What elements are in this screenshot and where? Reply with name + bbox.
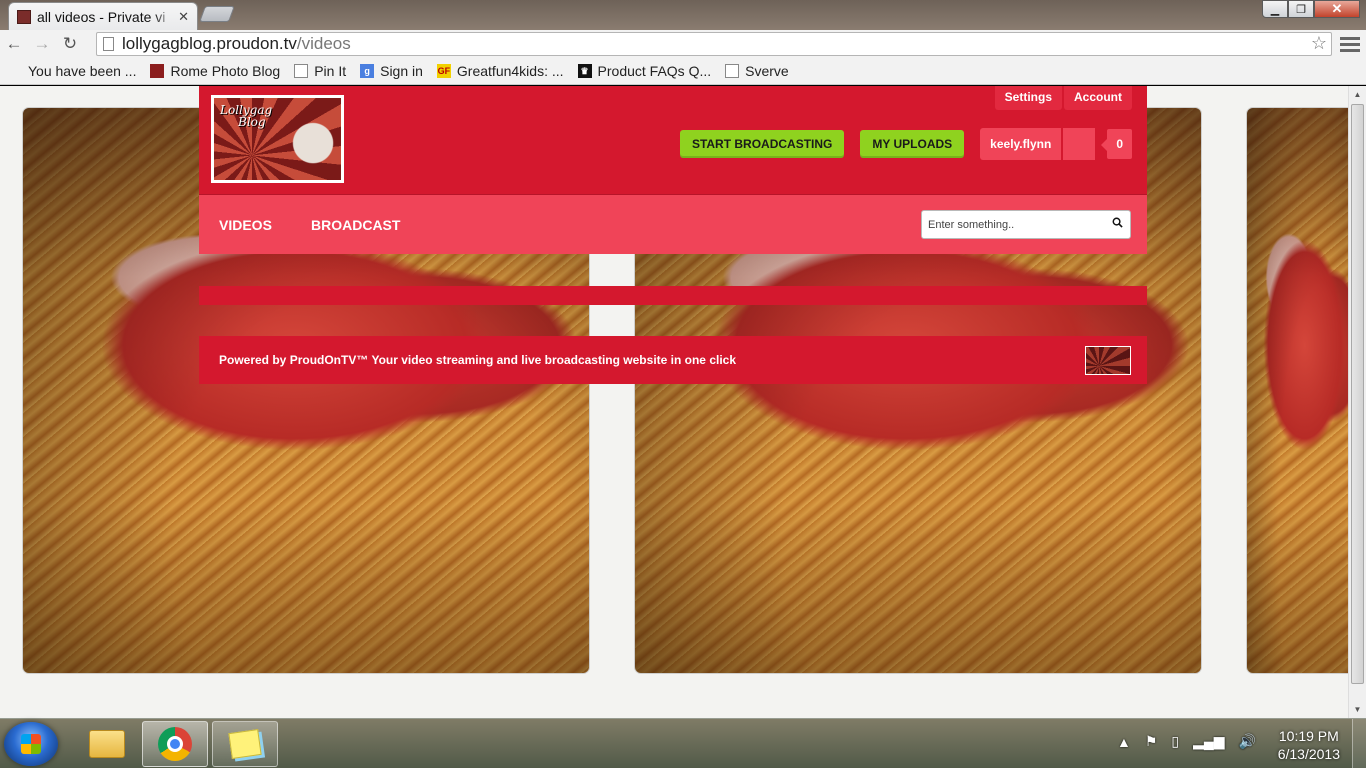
user-menu[interactable]: keely.flynn 0 [980, 128, 1132, 160]
page-scrollbar[interactable]: ▲ ▼ [1348, 86, 1366, 718]
logo-text: Lollygag Blog [220, 104, 272, 128]
photo-icon [150, 64, 165, 78]
windows-taskbar: ▲ ⚑ ▯ ▂▄▆ 🔊 10:19 PM 6/13/2013 [0, 718, 1366, 768]
taskbar-sticky-notes[interactable] [212, 721, 278, 767]
bookmark-sverve[interactable]: Sverve [725, 63, 789, 79]
start-button[interactable] [4, 722, 58, 766]
clock-time: 10:19 PM [1278, 728, 1339, 744]
show-desktop-button[interactable] [1352, 719, 1366, 768]
bookmark-pin-it[interactable]: Pin It [294, 63, 346, 79]
forward-button[interactable]: → [28, 32, 56, 56]
windows-logo-icon [21, 734, 41, 754]
account-links: Settings Account [993, 86, 1132, 110]
back-arrow-icon: ← [5, 34, 23, 53]
url-path: /videos [296, 34, 351, 53]
window-controls: ▁ ❐ ✕ [1262, 0, 1360, 18]
bookmark-label: Greatfun4kids: ... [456, 63, 564, 79]
nav-broadcast-link[interactable]: BROADCAST [311, 217, 400, 233]
site-favicon-icon [17, 9, 31, 24]
page-viewport: Lollygag Blog Settings Account START BRO… [0, 86, 1348, 718]
bookmark-rome-photo-blog[interactable]: Rome Photo Blog [150, 63, 280, 79]
username[interactable]: keely.flynn [980, 128, 1062, 160]
show-hidden-icons-icon[interactable]: ▲ [1117, 734, 1131, 750]
bookmark-greatfun4kids[interactable]: GF Greatfun4kids: ... [436, 63, 564, 79]
avatar[interactable] [1061, 128, 1096, 160]
volume-icon[interactable]: 🔊 [1239, 733, 1256, 750]
system-tray: ▲ ⚑ ▯ ▂▄▆ 🔊 [1103, 733, 1256, 750]
taskbar-chrome[interactable] [142, 721, 208, 767]
notification-count-badge[interactable]: 0 [1101, 129, 1132, 159]
tab-title: all videos - Private vi [37, 8, 166, 25]
bookmark-you-have-been[interactable]: You have been ... [28, 63, 136, 79]
site-nav: VIDEOS BROADCAST [199, 194, 1147, 254]
minimize-button[interactable]: ▁ [1262, 0, 1288, 18]
site-logo[interactable]: Lollygag Blog [211, 95, 344, 183]
bookmark-label: Sverve [745, 63, 789, 79]
taskbar-explorer[interactable] [74, 721, 140, 767]
sticky-notes-icon [228, 729, 262, 759]
header-actions: START BROADCASTING MY UPLOADS keely.flyn… [664, 128, 1132, 160]
footer-logo[interactable] [1085, 346, 1131, 375]
scroll-up-arrow-icon[interactable]: ▲ [1349, 86, 1366, 103]
folder-icon [89, 730, 125, 758]
new-tab-button[interactable] [199, 6, 235, 22]
address-bar[interactable]: lollygagblog.proudon.tv/videos ☆ [96, 32, 1332, 56]
settings-link[interactable]: Settings [994, 86, 1062, 110]
site-header: Lollygag Blog Settings Account START BRO… [199, 86, 1147, 194]
bookmark-label: Pin It [314, 63, 347, 79]
nav-videos-link[interactable]: VIDEOS [219, 217, 272, 233]
action-center-flag-icon[interactable]: ⚑ [1145, 733, 1158, 750]
close-window-button[interactable]: ✕ [1314, 0, 1360, 18]
footer-text: Powered by ProudOnTV™ Your video streami… [219, 353, 737, 367]
bookmark-label: Product FAQs Q... [597, 63, 712, 79]
site-footer: Powered by ProudOnTV™ Your video streami… [199, 336, 1147, 384]
search-input[interactable] [928, 218, 1098, 231]
account-link[interactable]: Account [1064, 86, 1132, 110]
my-uploads-button[interactable]: MY UPLOADS [860, 130, 965, 158]
page-icon [103, 37, 114, 51]
bookmark-sign-in[interactable]: g Sign in [360, 63, 423, 79]
forward-arrow-icon: → [33, 34, 51, 53]
video-thumbnail[interactable] [1247, 108, 1348, 673]
bookmark-star-icon[interactable]: ☆ [1311, 33, 1327, 54]
bookmark-product-faqs[interactable]: ♛ Product FAQs Q... [577, 63, 712, 79]
window-titlebar: all videos - Private vi ✕ ▁ ❐ ✕ [0, 0, 1366, 30]
page-icon [725, 64, 740, 78]
url-host: lollygagblog.proudon.tv [122, 34, 297, 53]
logo-text-line2: Blog [238, 115, 266, 129]
gf-icon: GF [436, 64, 451, 78]
tab-close-icon[interactable]: ✕ [178, 9, 189, 25]
logo-image: Lollygag Blog [214, 98, 341, 180]
faq-icon: ♛ [577, 64, 592, 78]
browser-tab[interactable]: all videos - Private vi ✕ [8, 2, 198, 30]
search-icon[interactable] [1112, 217, 1123, 228]
reload-icon: ↻ [62, 34, 78, 53]
battery-icon[interactable]: ▯ [1171, 733, 1179, 750]
scroll-thumb[interactable] [1351, 104, 1364, 684]
browser-toolbar: ← → ↻ lollygagblog.proudon.tv/videos ☆ [0, 30, 1366, 58]
google-icon: g [360, 64, 375, 78]
bookmark-label: Rome Photo Blog [170, 63, 281, 79]
site-container: Lollygag Blog Settings Account START BRO… [199, 86, 1147, 384]
clock-date: 6/13/2013 [1277, 746, 1340, 762]
maximize-button[interactable]: ❐ [1288, 0, 1314, 18]
start-broadcasting-button[interactable]: START BROADCASTING [679, 130, 845, 158]
scroll-down-arrow-icon[interactable]: ▼ [1349, 701, 1366, 718]
chrome-menu-icon[interactable] [1340, 35, 1360, 53]
taskbar-clock[interactable]: 10:19 PM 6/13/2013 [1278, 727, 1340, 763]
network-signal-icon[interactable]: ▂▄▆ [1193, 733, 1224, 750]
bookmarks-bar: You have been ... Rome Photo Blog Pin It… [0, 58, 1366, 85]
search-box [921, 210, 1131, 239]
reload-button[interactable]: ↻ [56, 32, 84, 56]
page-icon [294, 64, 309, 78]
content-divider [199, 286, 1147, 305]
bookmark-label: You have been ... [28, 63, 137, 79]
bookmark-label: Sign in [380, 63, 423, 79]
chrome-icon [158, 727, 192, 761]
back-button[interactable]: ← [0, 32, 28, 56]
